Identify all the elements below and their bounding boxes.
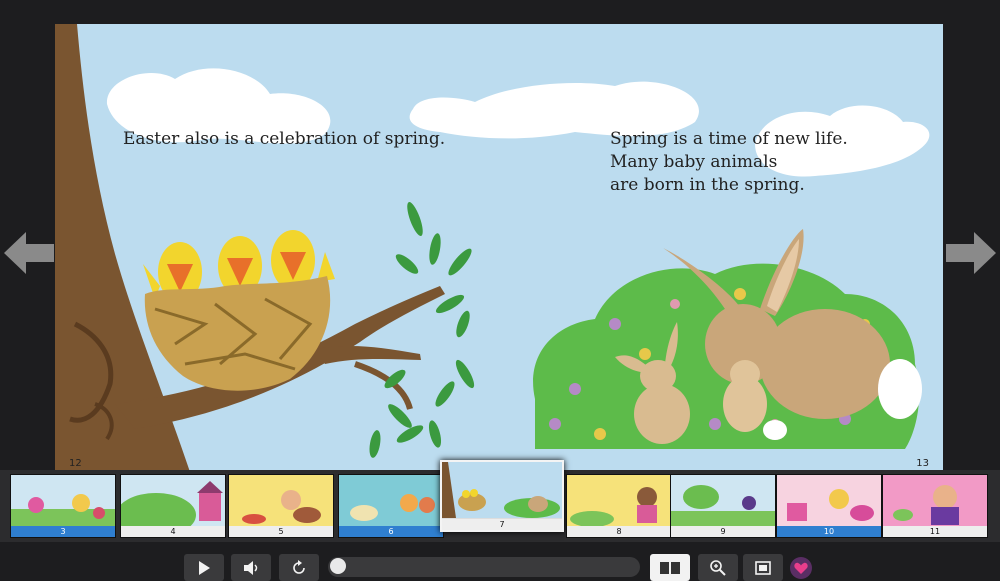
left-page-number: 12 (69, 458, 82, 469)
thumbnail-image (442, 462, 562, 518)
arrow-left-icon (4, 232, 54, 274)
thumbnail-image (671, 475, 775, 527)
thumbnail-page[interactable]: 3 (10, 474, 116, 538)
speaker-icon (244, 560, 258, 575)
thumbnail-page[interactable]: 5 (228, 474, 334, 538)
progress-knob[interactable] (330, 558, 346, 574)
thumbnail-page[interactable]: 10 (776, 474, 882, 538)
play-button[interactable] (184, 554, 224, 581)
player-controls (0, 542, 1000, 581)
thumbnail-page[interactable]: 11 (882, 474, 988, 538)
thumbnail-image (339, 475, 443, 527)
fullscreen-icon (755, 560, 771, 575)
left-page-text: Easter also is a celebration of spring. (123, 128, 445, 151)
thumbnail-label: 9 (671, 526, 775, 537)
zoom-in-icon (710, 559, 726, 576)
thumbnail-label: 7 (442, 519, 562, 530)
play-icon (199, 560, 210, 575)
right-page-text: Spring is a time of new life. Many baby … (610, 128, 848, 197)
book-spread: Easter also is a celebration of spring. … (55, 24, 943, 472)
thumbnail-image (777, 475, 881, 527)
volume-button[interactable] (231, 554, 271, 581)
progress-track[interactable] (328, 557, 640, 577)
thumbnail-label: 10 (777, 526, 881, 537)
thumbnail-label: 6 (339, 526, 443, 537)
thumbnail-page[interactable]: 6 (338, 474, 444, 538)
spread-illustration (55, 24, 930, 472)
thumbnail-page[interactable]: 9 (670, 474, 776, 538)
thumbnail-label: 4 (121, 526, 225, 537)
thumbnail-label: 8 (567, 526, 671, 537)
thumbnail-page[interactable]: 8 (566, 474, 672, 538)
thumbnail-page[interactable]: 4 (120, 474, 226, 538)
fullscreen-button[interactable] (743, 554, 783, 581)
thumbnail-page-current[interactable]: 7 (440, 460, 564, 532)
story-line: Many baby animals (610, 152, 778, 172)
heart-icon (794, 562, 808, 574)
thumbnail-label: 11 (883, 526, 987, 537)
replay-button[interactable] (279, 554, 319, 581)
favorite-button[interactable] (790, 557, 812, 579)
thumbnail-image (229, 475, 333, 527)
thumbnail-image (567, 475, 671, 527)
book-viewer: Easter also is a celebration of spring. … (0, 0, 1000, 472)
story-line: Spring is a time of new life. (610, 129, 848, 149)
previous-page-button[interactable] (0, 218, 55, 288)
thumbnail-image (121, 475, 225, 527)
arrow-right-icon (946, 232, 996, 274)
thumbnail-strip: 3 4 5 6 7 8 9 10 11 (0, 460, 1000, 542)
two-page-icon (660, 561, 680, 574)
thumbnail-image (883, 475, 987, 527)
story-line: are born in the spring. (610, 175, 805, 195)
right-page-number: 13 (916, 458, 929, 469)
replay-icon (293, 559, 305, 574)
page-layout-button[interactable] (650, 554, 690, 581)
thumbnail-image (11, 475, 115, 527)
thumbnail-label: 5 (229, 526, 333, 537)
story-line: Easter also is a celebration of spring. (123, 129, 446, 149)
thumbnail-label: 3 (11, 526, 115, 537)
next-page-button[interactable] (945, 218, 1000, 288)
zoom-in-button[interactable] (698, 554, 738, 581)
